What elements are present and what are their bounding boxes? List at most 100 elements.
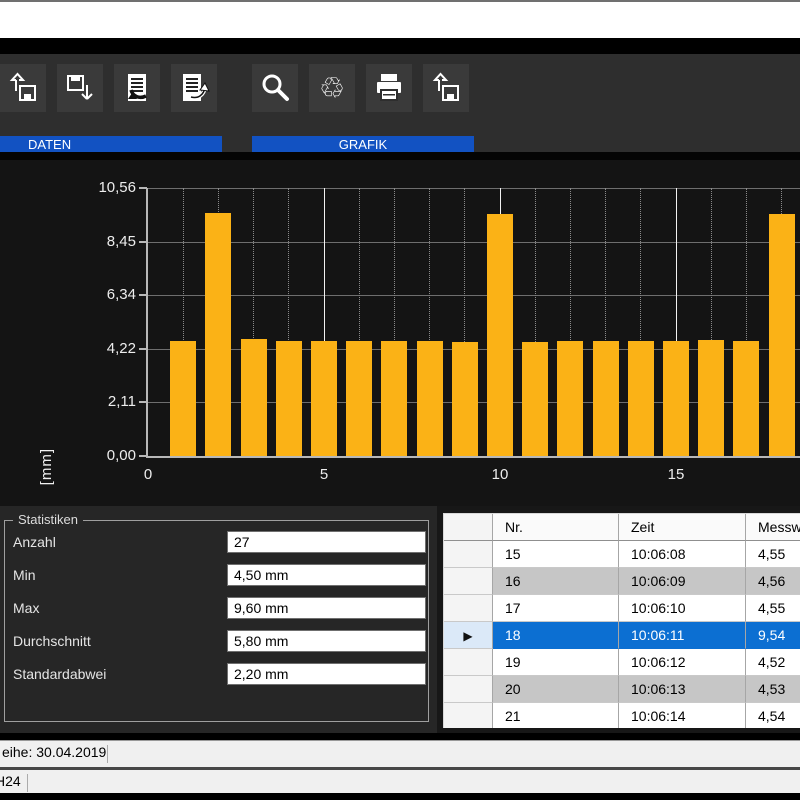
floppy-arrow-down-icon [63,71,97,105]
status-bar-date: eihe: 30.04.2019 [0,740,800,767]
export-data-button[interactable] [171,64,217,112]
cell-nr[interactable]: 16 [493,568,619,595]
floppy-arrow-up-icon [429,71,463,105]
cell-zeit[interactable]: 10:06:12 [619,649,746,676]
measurement-chart: [mm]0,002,114,226,348,4510,56051015 [0,160,800,506]
zoom-graph-button[interactable] [252,64,298,112]
row-header-cell[interactable] [444,676,493,703]
plot-area [146,188,800,458]
y-tick-label: 2,11 [72,393,136,411]
chart-bar [381,341,407,456]
cell-zeit[interactable]: 10:06:13 [619,676,746,703]
chart-bar [205,213,231,456]
row-header-cell[interactable] [444,541,493,568]
y-tick-label: 6,34 [72,286,136,304]
table-row[interactable]: 1710:06:104,55 [444,595,800,622]
gridline-horizontal [148,242,800,243]
status-separator [107,745,108,763]
stat-label-min: Min [13,567,36,585]
table-row[interactable]: 1910:06:124,52 [444,649,800,676]
chart-bar [311,341,337,456]
row-header-cell[interactable] [444,703,493,728]
statistics-groupbox: Statistiken Anzahl27Min4,50 mmMax9,60 mm… [4,520,429,722]
cell-nr[interactable]: 17 [493,595,619,622]
cell-messwert[interactable]: 4,55 [746,595,800,622]
cell-nr[interactable]: 21 [493,703,619,728]
stat-label-anzahl: Anzahl [13,534,56,552]
cell-messwert[interactable]: 4,53 [746,676,800,703]
status-date-text: eihe: 30.04.2019 [2,744,106,760]
document-import-icon [120,71,154,105]
row-header-cell[interactable] [444,649,493,676]
chart-bar [417,341,443,456]
stat-value-standardabwei[interactable]: 2,20 mm [227,663,426,685]
stat-value-max[interactable]: 9,60 mm [227,597,426,619]
cell-zeit[interactable]: 10:06:09 [619,568,746,595]
save-data-button[interactable] [57,64,103,112]
cell-messwert[interactable]: 4,56 [746,568,800,595]
row-header-cell[interactable] [444,595,493,622]
stat-label-durchschnitt: Durchschnitt [13,633,91,651]
toolbar-button-row [0,64,222,112]
status-device-text: H24 [0,773,21,789]
zoom-icon [258,71,292,105]
refresh-graph-button[interactable]: ♲ [309,64,355,112]
table-row[interactable]: 1510:06:084,55 [444,541,800,568]
column-header-nr: Nr. [493,514,619,541]
chart-bar [487,214,513,456]
y-tick-mark [139,401,147,403]
y-tick-label: 10,56 [72,179,136,197]
cell-zeit[interactable]: 10:06:10 [619,595,746,622]
cell-zeit[interactable]: 10:06:08 [619,541,746,568]
cell-messwert[interactable]: 4,52 [746,649,800,676]
y-tick-mark [139,294,147,296]
recycle-icon: ♲ [319,74,345,103]
table-row[interactable]: ▶1810:06:119,54 [444,622,800,649]
x-tick-label: 5 [320,466,328,483]
toolbar-group-daten: DATEN [0,64,222,112]
status-bar-device: H24 [0,770,800,793]
divider-strip [0,152,800,160]
stat-label-standardabwei: Standardabwei [13,666,106,684]
table-corner-cell [444,514,493,541]
app-window: DATEN♲GRAFIK [mm]0,002,114,226,348,4510,… [0,0,800,800]
y-tick-mark [139,348,147,350]
cell-nr[interactable]: 19 [493,649,619,676]
chart-bar [452,342,478,456]
y-axis-title-text: [mm] [38,448,55,485]
stat-value-anzahl[interactable]: 27 [227,531,426,553]
cell-nr[interactable]: 20 [493,676,619,703]
x-tick-label: 10 [492,466,509,483]
row-header-cell[interactable] [444,568,493,595]
cell-nr[interactable]: 15 [493,541,619,568]
cell-nr[interactable]: 18 [493,622,619,649]
chart-bar [241,339,267,456]
cell-messwert[interactable]: 4,54 [746,703,800,728]
chart-bar [769,214,795,456]
y-tick-mark [139,455,147,457]
toolbar-group-label: DATEN [0,136,222,153]
cell-zeit[interactable]: 10:06:11 [619,622,746,649]
table-row[interactable]: 2110:06:144,54 [444,703,800,728]
print-graph-button[interactable] [366,64,412,112]
table-row[interactable]: 1610:06:094,56 [444,568,800,595]
stat-label-max: Max [13,600,39,618]
table-row[interactable]: 2010:06:134,53 [444,676,800,703]
gridline-horizontal [148,188,800,189]
cell-messwert[interactable]: 9,54 [746,622,800,649]
cell-zeit[interactable]: 10:06:14 [619,703,746,728]
document-export-icon [177,71,211,105]
column-header-messwert: Messwe [746,514,800,541]
chart-bar [628,341,654,456]
y-tick-mark [139,187,147,189]
row-header-cell[interactable]: ▶ [444,622,493,649]
save-graph-button[interactable] [423,64,469,112]
y-tick-label: 8,45 [72,233,136,251]
stat-value-durchschnitt[interactable]: 5,80 mm [227,630,426,652]
toolbar-button-row: ♲ [252,64,474,112]
import-data-button[interactable] [114,64,160,112]
cell-messwert[interactable]: 4,55 [746,541,800,568]
load-data-button[interactable] [0,64,46,112]
stat-value-min[interactable]: 4,50 mm [227,564,426,586]
toolbar-group-grafik: ♲GRAFIK [252,64,474,112]
